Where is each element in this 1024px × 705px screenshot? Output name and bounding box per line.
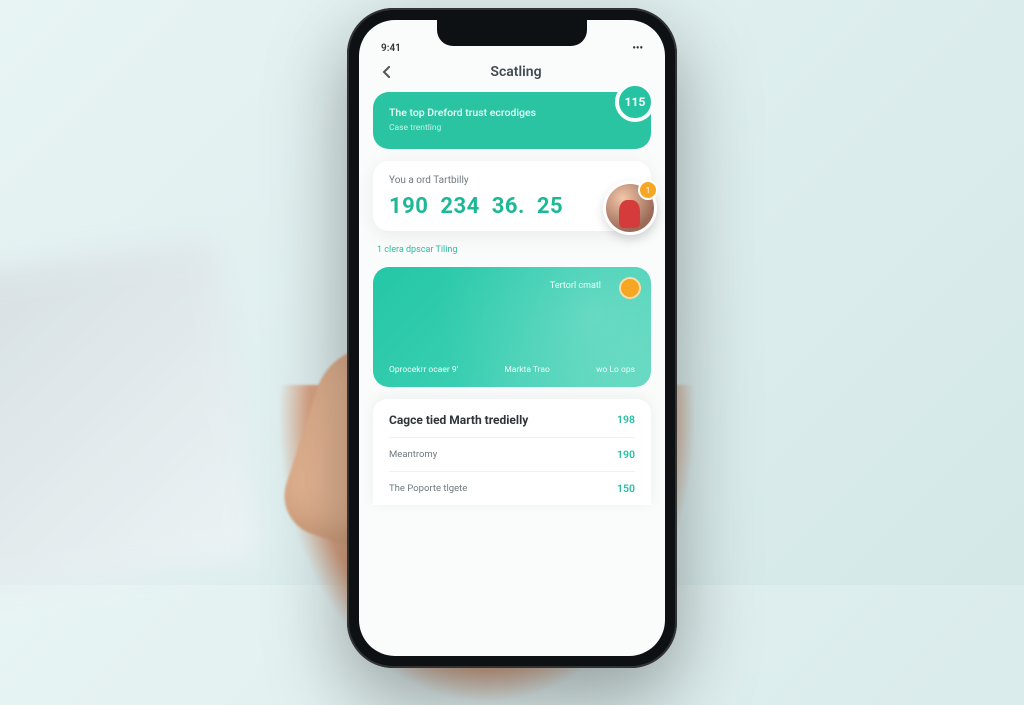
stats-row: 190 234 36. 25 — [389, 194, 635, 219]
stat-value: 234 — [440, 194, 479, 219]
list-top-value: 198 — [617, 413, 635, 426]
hero-title: The top Dreford trust ecrodiges — [389, 106, 635, 120]
phone-notch — [437, 20, 587, 46]
status-time: 9:41 — [381, 43, 401, 54]
stat-value: 190 — [389, 194, 428, 219]
list-item[interactable]: The Poporte tlgete 150 — [389, 471, 635, 505]
stat-value: 25 — [537, 194, 563, 219]
app-header: Scatling — [359, 56, 665, 92]
list-item-label: Meantromy — [389, 449, 437, 460]
avatar[interactable]: 1 — [603, 181, 657, 235]
wave-item: Markta Trao — [504, 365, 550, 375]
wave-item: Oprocekrr ocaer 9' — [389, 365, 458, 375]
wave-item: wo Lo ops — [596, 365, 635, 375]
list-item-value: 190 — [617, 448, 635, 461]
list-item-label: The Poporte tlgete — [389, 483, 467, 494]
section-subtitle: 1 clera dpscar Tiling — [373, 245, 651, 255]
stats-card[interactable]: You a ord Tartbilly 190 234 36. 25 1 — [373, 161, 651, 231]
list-card: 198 Cagce tied Marth tredielly Meantromy… — [373, 399, 651, 505]
stats-label: You a ord Tartbilly — [389, 175, 635, 186]
wave-badge-icon — [619, 277, 641, 299]
hero-subtitle: Case trentling — [389, 123, 635, 133]
stat-value: 36. — [492, 194, 525, 219]
wave-top-label: Tertorl cmatl — [389, 281, 601, 291]
list-item-value: 150 — [617, 482, 635, 495]
hero-badge: 115 — [615, 82, 655, 122]
avatar-badge: 1 — [638, 180, 658, 200]
page-title: Scatling — [385, 64, 647, 80]
app-screen: 9:41 ••• Scatling The top Dreford trust … — [359, 20, 665, 656]
hero-card[interactable]: The top Dreford trust ecrodiges Case tre… — [373, 92, 651, 150]
status-indicators: ••• — [632, 43, 643, 54]
wave-bottom-row: Oprocekrr ocaer 9' Markta Trao wo Lo ops — [389, 365, 635, 375]
phone-frame: 9:41 ••• Scatling The top Dreford trust … — [347, 8, 677, 668]
content-area: The top Dreford trust ecrodiges Case tre… — [359, 92, 665, 506]
wave-card[interactable]: Tertorl cmatl Oprocekrr ocaer 9' Markta … — [373, 267, 651, 387]
list-title: Cagce tied Marth tredielly — [389, 413, 635, 427]
list-item[interactable]: Meantromy 190 — [389, 437, 635, 471]
